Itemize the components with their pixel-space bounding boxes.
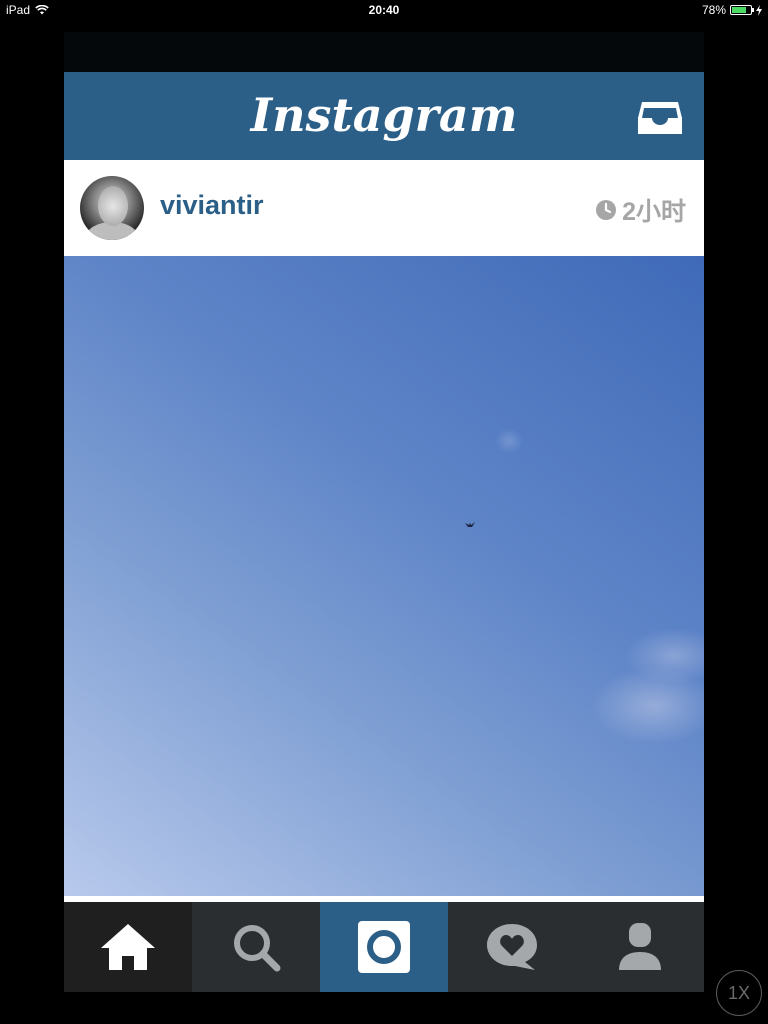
status-bar: iPad 20:40 78%	[0, 0, 768, 20]
heart-speech-bubble-icon	[487, 924, 537, 970]
battery-icon	[730, 5, 754, 15]
post-header: viviantir 2小时	[64, 160, 704, 256]
time-ago: 2小时	[622, 198, 686, 226]
status-right: 78%	[702, 3, 762, 17]
bird-silhouette	[465, 522, 475, 527]
post-photo[interactable]	[64, 256, 704, 896]
avatar-face	[98, 186, 128, 226]
tab-home[interactable]	[64, 902, 192, 992]
clock-icon	[596, 200, 617, 220]
home-icon	[101, 924, 155, 970]
app-header: Instagram	[64, 72, 704, 160]
inbox-button[interactable]	[636, 98, 684, 138]
tab-camera[interactable]	[320, 902, 448, 992]
post-username[interactable]: viviantir	[160, 190, 264, 221]
tab-bar	[64, 902, 704, 992]
zoom-button[interactable]: 1X	[716, 970, 762, 1016]
battery-level	[732, 7, 747, 13]
instagram-logo: Instagram	[250, 88, 518, 142]
inbox-tray-icon	[638, 102, 682, 134]
battery-percent: 78%	[701, 3, 726, 17]
search-icon	[234, 925, 281, 972]
tab-profile[interactable]	[576, 902, 704, 992]
top-strip	[64, 32, 704, 72]
avatar[interactable]	[80, 176, 144, 240]
tab-explore[interactable]	[192, 902, 320, 992]
charging-bolt-icon	[756, 4, 762, 16]
instagram-app: Instagram viviantir 2小时	[64, 32, 704, 992]
post-timestamp: 2小时	[596, 192, 686, 228]
person-icon	[619, 923, 661, 970]
camera-icon	[358, 921, 410, 973]
clock-time: 20:40	[368, 3, 400, 17]
tab-news[interactable]	[448, 902, 576, 992]
